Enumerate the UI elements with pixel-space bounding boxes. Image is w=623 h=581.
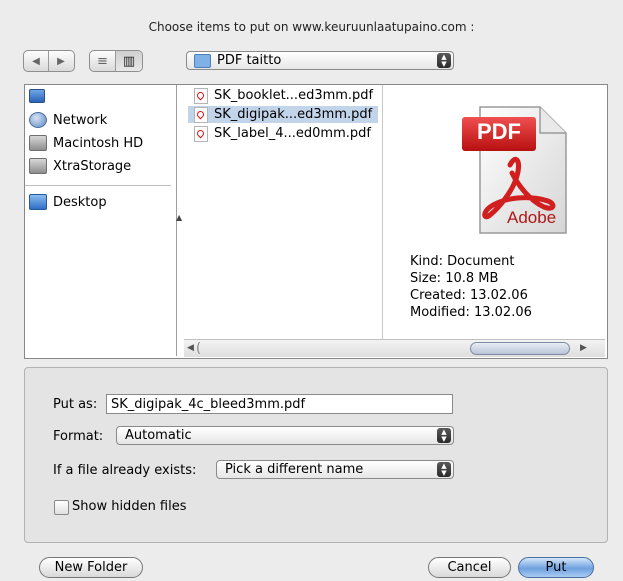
format-label: Format:	[53, 429, 104, 444]
globe-icon	[29, 112, 47, 128]
back-forward-control[interactable]: ◀ ▶	[23, 50, 75, 72]
sidebar-item-network[interactable]: Network	[29, 112, 107, 128]
file-row[interactable]: SK_booklet...ed3mm.pdf	[188, 87, 378, 104]
sidebar-item-xtrastorage[interactable]: XtraStorage	[29, 158, 131, 174]
view-switch[interactable]: ≡ ▥	[89, 50, 143, 72]
pdf-file-icon	[194, 106, 208, 123]
location-label: PDF taitto	[217, 53, 282, 68]
scroll-right-icon[interactable]: ▶	[580, 343, 587, 353]
format-value: Automatic	[125, 428, 192, 443]
sidebar-divider	[25, 185, 171, 186]
list-view-icon[interactable]: ≡	[90, 51, 115, 71]
file-column: SK_booklet...ed3mm.pdf SK_digipak...ed3m…	[184, 85, 383, 339]
info-size: Size: 10.8 MB	[410, 271, 499, 286]
back-arrow-icon[interactable]: ◀	[24, 51, 48, 71]
preview-pane: PDF Adobe Kind: Document Size: 10.8 MB C…	[385, 85, 605, 339]
show-hidden-checkbox[interactable]	[54, 500, 69, 515]
file-exists-value: Pick a different name	[225, 462, 364, 477]
file-info: Kind: Document Size: 10.8 MB Created: 13…	[410, 253, 532, 321]
scroll-thumb[interactable]	[470, 342, 570, 355]
pdf-badge-text: PDF	[477, 119, 521, 144]
file-row[interactable]: SK_label_4...ed0mm.pdf	[188, 125, 378, 142]
computer-icon	[29, 89, 45, 103]
file-row-selected[interactable]: SK_digipak...ed3mm.pdf	[188, 106, 378, 123]
file-name: SK_label_4...ed0mm.pdf	[214, 126, 371, 141]
sidebar-item-computer[interactable]	[29, 89, 51, 103]
dialog-title: Choose items to put on www.keuruunlaatup…	[148, 20, 475, 34]
file-name: SK_booklet...ed3mm.pdf	[214, 88, 374, 103]
popup-arrows-icon: ▲ ▼	[437, 462, 451, 477]
format-popup[interactable]: Automatic ▲ ▼	[116, 426, 454, 445]
sidebar-item-label: XtraStorage	[53, 158, 132, 174]
new-folder-button[interactable]: New Folder	[39, 557, 143, 578]
adobe-wordmark: Adobe	[507, 208, 557, 227]
sidebar-item-macintosh-hd[interactable]: Macintosh HD	[29, 135, 143, 151]
sidebar-item-label: Desktop	[53, 194, 107, 210]
sidebar-item-desktop[interactable]: Desktop	[29, 194, 107, 210]
put-button[interactable]: Put	[518, 557, 594, 578]
scroll-track-cap: (	[196, 341, 202, 356]
sidebar-resize-handle[interactable]: ▲	[176, 213, 182, 222]
file-exists-popup[interactable]: Pick a different name ▲ ▼	[216, 460, 454, 479]
file-browser: Network Macintosh HD XtraStorage Desktop…	[24, 84, 608, 359]
desktop-icon	[29, 194, 47, 210]
column-view-icon[interactable]: ▥	[115, 51, 142, 71]
sidebar-item-label: Network	[53, 112, 108, 128]
popup-arrows-icon: ▲ ▼	[437, 53, 451, 68]
show-hidden-label[interactable]: Show hidden files	[72, 499, 187, 514]
hard-disk-icon	[29, 135, 47, 151]
sidebar: Network Macintosh HD XtraStorage Desktop	[25, 85, 177, 356]
file-name: SK_digipak...ed3mm.pdf	[214, 107, 373, 122]
forward-arrow-icon[interactable]: ▶	[48, 51, 73, 71]
info-created: Created: 13.02.06	[410, 288, 528, 303]
folder-icon	[194, 53, 211, 68]
cancel-button[interactable]: Cancel	[428, 557, 511, 578]
put-as-field[interactable]	[106, 394, 453, 414]
popup-arrows-icon: ▲ ▼	[437, 428, 451, 443]
horizontal-scrollbar[interactable]: ◀ ( ▶	[184, 339, 605, 357]
info-modified: Modified: 13.02.06	[410, 305, 532, 320]
scroll-left-icon[interactable]: ◀	[187, 343, 194, 353]
file-exists-label: If a file already exists:	[53, 463, 197, 478]
pdf-file-icon	[194, 87, 208, 104]
sidebar-item-label: Macintosh HD	[53, 135, 144, 151]
info-kind: Kind: Document	[410, 254, 515, 269]
put-as-label: Put as:	[53, 397, 98, 412]
pdf-file-icon	[194, 125, 208, 142]
location-popup[interactable]: PDF taitto ▲ ▼	[186, 51, 454, 70]
hard-disk-icon	[29, 158, 47, 174]
options-panel: Put as: Format: Automatic ▲▼ If a file a…	[24, 367, 608, 543]
